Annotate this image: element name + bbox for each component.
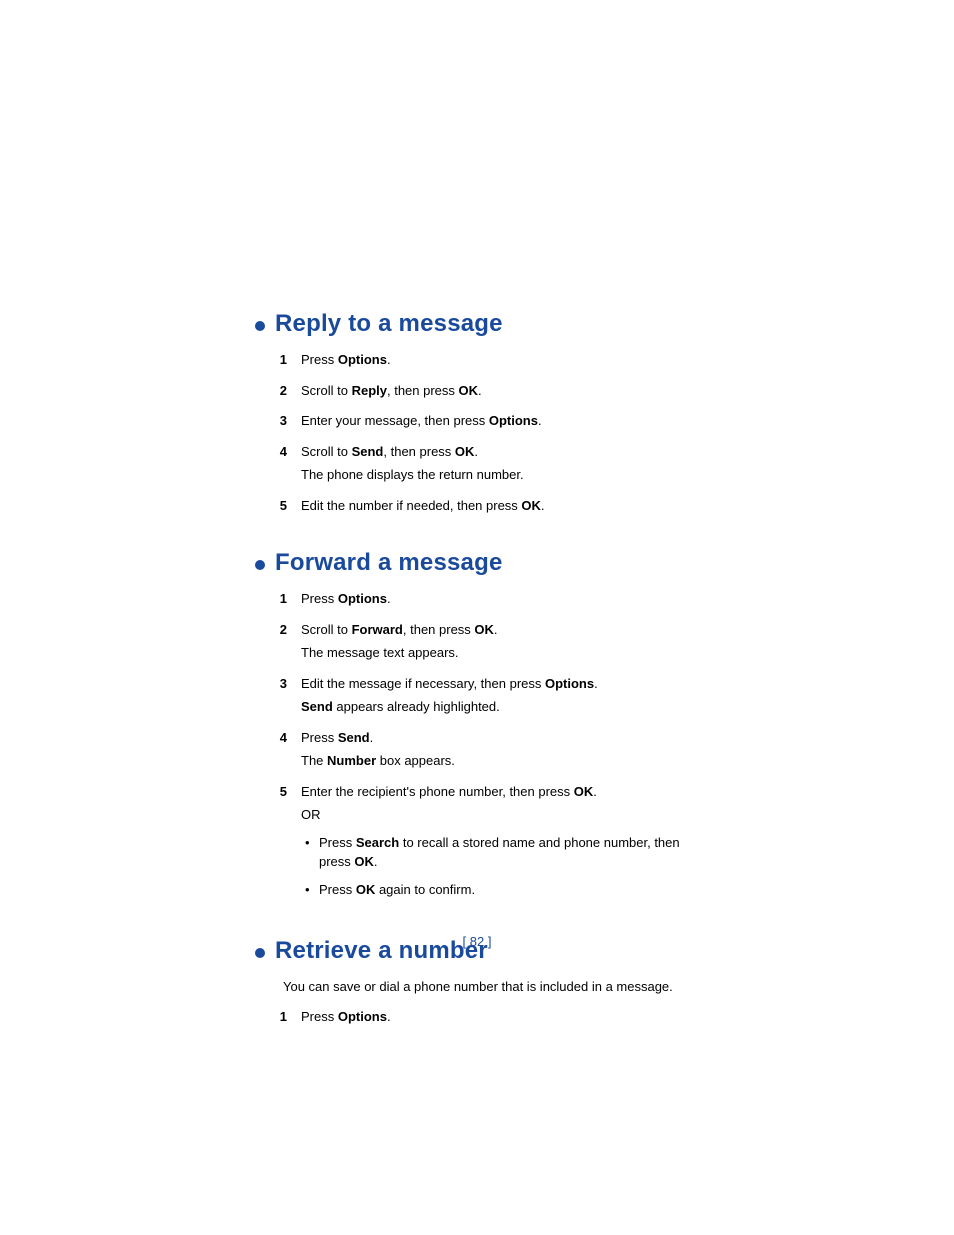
- step-text: Enter the recipient's phone number, then…: [301, 782, 694, 802]
- step-body: Press Options.: [301, 1007, 694, 1031]
- list-item: 2 Scroll to Forward, then press OK. The me…: [277, 620, 694, 667]
- step-number: 4: [277, 728, 287, 775]
- step-text: OR: [301, 805, 694, 825]
- step-body: Scroll to Reply, then press OK.: [301, 381, 694, 405]
- step-text: Scroll to Forward, then press OK.: [301, 620, 694, 640]
- step-body: Press Options.: [301, 589, 694, 613]
- list-item: 4 Press Send. The Number box appears.: [277, 728, 694, 775]
- step-number: 4: [277, 442, 287, 489]
- step-number: 2: [277, 381, 287, 405]
- list-item: 5 Enter the recipient's phone number, the…: [277, 782, 694, 908]
- step-text: Enter your message, then press Options.: [301, 411, 694, 431]
- list-item: 1 Press Options.: [277, 350, 694, 374]
- step-text: Press Options.: [301, 589, 694, 609]
- step-text: Edit the message if necessary, then pres…: [301, 674, 694, 694]
- bullet-icon: [255, 560, 265, 570]
- step-text: Edit the number if needed, then press OK…: [301, 496, 694, 516]
- list-item: 3 Edit the message if necessary, then pre…: [277, 674, 694, 721]
- section-heading: Reply to a message: [255, 310, 694, 338]
- bullet-icon: [255, 321, 265, 331]
- page-number: [ 82 ]: [0, 934, 954, 949]
- sub-item: Press Search to recall a stored name and…: [319, 833, 694, 872]
- step-number: 3: [277, 674, 287, 721]
- bullet-icon: [255, 948, 265, 958]
- step-list: 1 Press Options. 2 Scroll to Reply, then pr…: [277, 350, 694, 519]
- list-item: 1 Press Options.: [277, 1007, 694, 1031]
- list-item: 4 Scroll to Send, then press OK. The phone…: [277, 442, 694, 489]
- list-item: 5 Edit the number if needed, then press O…: [277, 496, 694, 520]
- step-number: 1: [277, 1007, 287, 1031]
- list-item: 2 Scroll to Reply, then press OK.: [277, 381, 694, 405]
- sub-list: Press Search to recall a stored name and…: [301, 833, 694, 900]
- section: Forward a message 1 Press Options. 2 Scroll …: [255, 549, 694, 907]
- step-text: Press Options.: [301, 1007, 694, 1027]
- list-item: 3 Enter your message, then press Options.: [277, 411, 694, 435]
- step-number: 1: [277, 350, 287, 374]
- step-number: 5: [277, 782, 287, 908]
- step-list: 1 Press Options.: [277, 1007, 694, 1031]
- step-text: Send appears already highlighted.: [301, 697, 694, 717]
- section: Reply to a message 1 Press Options. 2 Scroll…: [255, 310, 694, 519]
- step-body: Scroll to Send, then press OK. The phone …: [301, 442, 694, 489]
- step-body: Enter the recipient's phone number, then…: [301, 782, 694, 908]
- step-body: Press Options.: [301, 350, 694, 374]
- list-item: 1 Press Options.: [277, 589, 694, 613]
- step-body: Edit the message if necessary, then pres…: [301, 674, 694, 721]
- section-title: Reply to a message: [275, 310, 503, 338]
- section-heading: Forward a message: [255, 549, 694, 577]
- step-body: Scroll to Forward, then press OK. The mes…: [301, 620, 694, 667]
- step-list: 1 Press Options. 2 Scroll to Forward, then …: [277, 589, 694, 907]
- section: Retrieve a numberYou can save or dial a …: [255, 937, 694, 1030]
- step-body: Edit the number if needed, then press OK…: [301, 496, 694, 520]
- step-text: Press Options.: [301, 350, 694, 370]
- step-number: 3: [277, 411, 287, 435]
- step-number: 5: [277, 496, 287, 520]
- step-body: Press Send. The Number box appears.: [301, 728, 694, 775]
- page-content: Reply to a message 1 Press Options. 2 Scroll…: [0, 0, 954, 1030]
- step-text: Scroll to Reply, then press OK.: [301, 381, 694, 401]
- step-text: Scroll to Send, then press OK.: [301, 442, 694, 462]
- step-text: The message text appears.: [301, 643, 694, 663]
- step-body: Enter your message, then press Options.: [301, 411, 694, 435]
- sub-item: Press OK again to confirm.: [319, 880, 694, 900]
- section-intro: You can save or dial a phone number that…: [283, 977, 694, 997]
- section-title: Forward a message: [275, 549, 503, 577]
- step-text: The Number box appears.: [301, 751, 694, 771]
- step-number: 2: [277, 620, 287, 667]
- step-number: 1: [277, 589, 287, 613]
- step-text: Press Send.: [301, 728, 694, 748]
- step-text: The phone displays the return number.: [301, 465, 694, 485]
